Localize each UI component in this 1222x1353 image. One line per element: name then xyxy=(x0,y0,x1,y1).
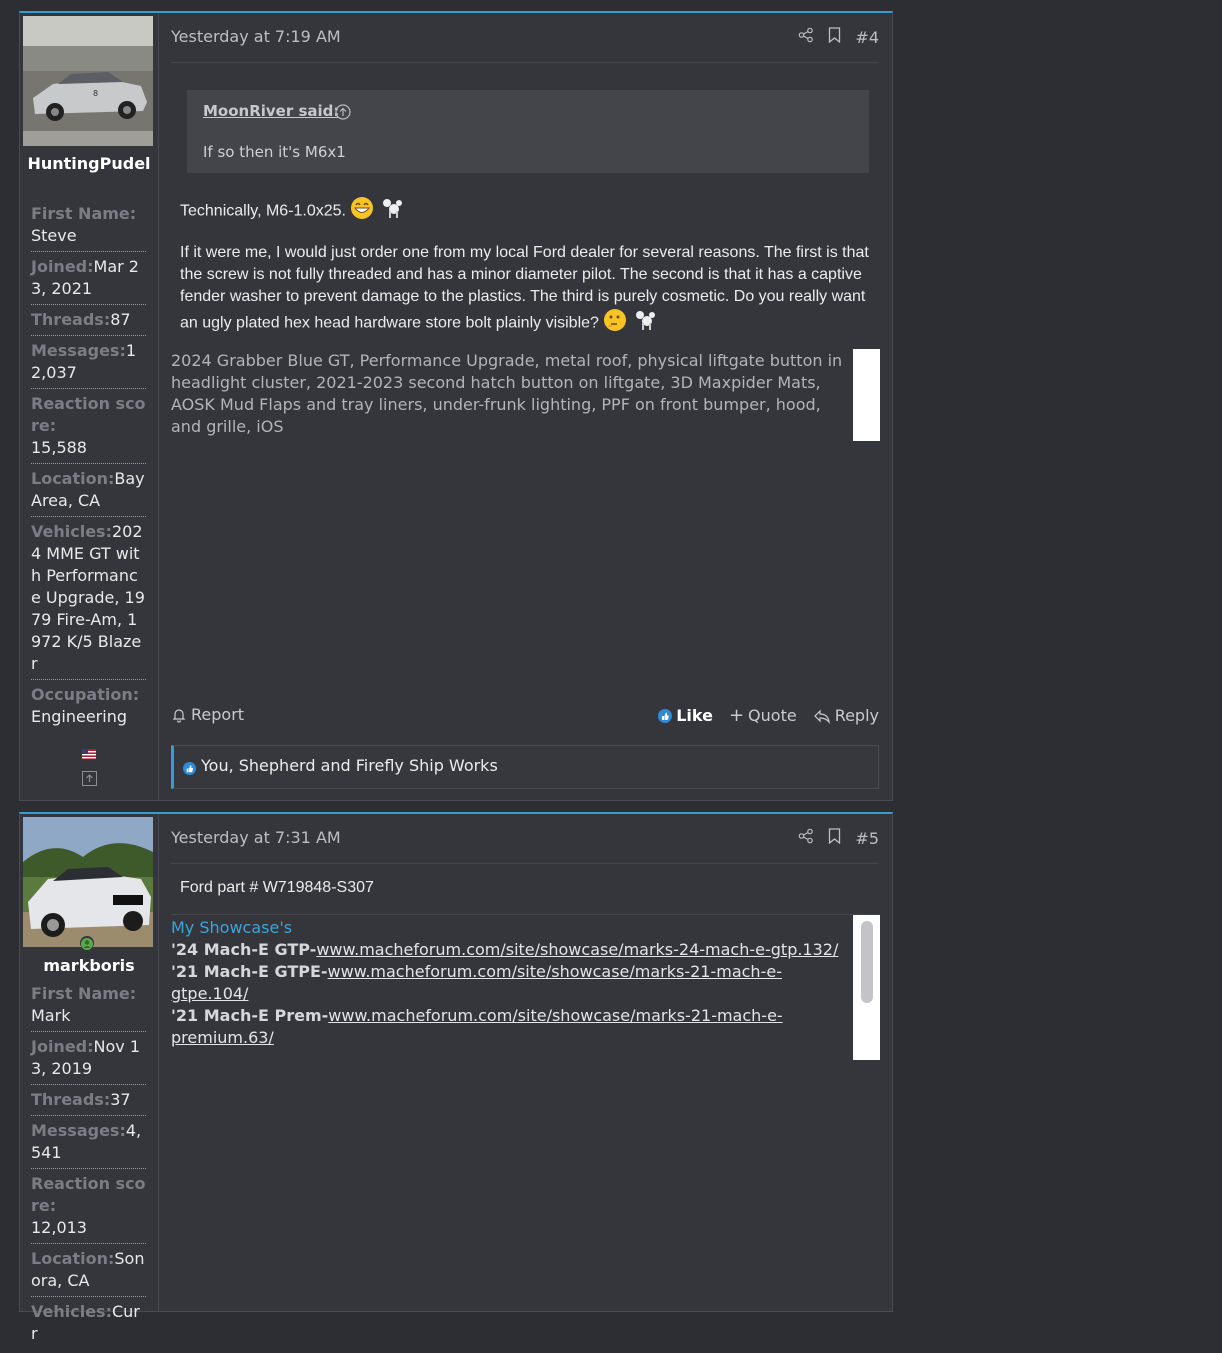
like-button[interactable]: Like xyxy=(658,706,713,725)
stat-location: Location:Bay Area, CA xyxy=(31,468,146,517)
scrollbar-thumb[interactable] xyxy=(861,921,873,1003)
stat-first-name: First Name:Mark xyxy=(31,983,146,1032)
stat-messages: Messages:4,541 xyxy=(31,1120,146,1169)
reply-icon xyxy=(813,709,830,724)
reply-button[interactable]: Reply xyxy=(813,706,879,725)
stat-joined: Joined:Nov 13, 2019 xyxy=(31,1036,146,1085)
like-icon xyxy=(183,760,196,779)
post-date[interactable]: Yesterday at 7:31 AM xyxy=(171,828,341,847)
signature: 2024 Grabber Blue GT, Performance Upgrad… xyxy=(171,349,880,441)
user-stats: First Name:Mark Joined:Nov 13, 2019 Thre… xyxy=(31,983,146,1353)
post-date[interactable]: Yesterday at 7:19 AM xyxy=(171,27,341,46)
stat-occupation: Occupation: Engineering xyxy=(31,685,140,726)
showcase-line: '21 Mach-E Prem-www.macheforum.com/site/… xyxy=(171,1006,783,1047)
stat-threads: Threads:87 xyxy=(31,309,146,336)
username[interactable]: HuntingPudel xyxy=(24,153,154,174)
message-body: If it were me, I would just order one fr… xyxy=(180,242,885,339)
message-line: Technically, M6-1.0x25. xyxy=(180,196,880,227)
svg-text:8: 8 xyxy=(93,89,98,98)
bell-icon xyxy=(172,708,186,723)
reactions-list[interactable]: You, Shepherd and Firefly Ship Works xyxy=(201,756,498,775)
showcase-line: '24 Mach-E GTP-www.macheforum.com/site/s… xyxy=(171,940,839,959)
user-info-panel: 8 HuntingPudel First Name:Steve Joined:M… xyxy=(20,13,159,800)
signature: My Showcase's '24 Mach-E GTP-www.machefo… xyxy=(171,914,880,1060)
stat-first-name: First Name:Steve xyxy=(31,203,146,252)
signature-scrollbar[interactable] xyxy=(853,349,880,441)
post-number[interactable]: #4 xyxy=(855,28,879,47)
user-info-panel: markboris First Name:Mark Joined:Nov 13,… xyxy=(20,814,159,1343)
share-icon[interactable] xyxy=(798,27,814,47)
quote-author[interactable]: MoonRiver said: xyxy=(203,102,339,120)
quote-button[interactable]: + Quote xyxy=(729,705,797,726)
post-4: 8 HuntingPudel First Name:Steve Joined:M… xyxy=(19,11,893,801)
user-stats: First Name:Steve Joined:Mar 23, 2021 Thr… xyxy=(31,203,146,736)
poodle-emoji-icon xyxy=(379,196,403,227)
stat-reaction-score: Reaction score: 12,013 xyxy=(31,1173,146,1244)
go-to-quote-icon[interactable] xyxy=(335,104,351,124)
poodle-emoji-icon xyxy=(632,308,656,339)
post-content: Yesterday at 7:31 AM #5 Ford part # W719… xyxy=(158,814,892,1311)
message-body: Ford part # W719848-S307 xyxy=(180,879,374,896)
showcase-line: '21 Mach-E GTPE-www.macheforum.com/site/… xyxy=(171,962,782,1003)
reactions-bar[interactable]: You, Shepherd and Firefly Ship Works xyxy=(171,745,879,789)
post-content: Yesterday at 7:19 AM #4 MoonRiver said: … xyxy=(158,13,892,800)
stat-joined: Joined:Mar 23, 2021 xyxy=(31,256,146,305)
signature-text: 2024 Grabber Blue GT, Performance Upgrad… xyxy=(171,351,843,436)
quote-text: If so then it's M6x1 xyxy=(203,143,346,161)
report-button[interactable]: Report xyxy=(171,705,244,724)
post-header: Yesterday at 7:19 AM #4 xyxy=(171,13,879,63)
quote-block: MoonRiver said: If so then it's M6x1 xyxy=(187,90,869,173)
stat-vehicles: Vehicles:2024 MME GT with Performance Up… xyxy=(31,521,146,680)
bookmark-icon[interactable] xyxy=(828,828,841,848)
username[interactable]: markboris xyxy=(24,955,154,976)
signature-scrollbar[interactable] xyxy=(853,915,880,1060)
showcase-title[interactable]: My Showcase's xyxy=(171,917,851,939)
bookmark-icon[interactable] xyxy=(828,27,841,47)
share-icon[interactable] xyxy=(798,828,814,848)
stat-threads: Threads:37 xyxy=(31,1089,146,1116)
grin-emoji-icon xyxy=(350,196,374,227)
post-actions: Report Like + Quote Reply xyxy=(171,705,879,729)
scroll-top-icon[interactable] xyxy=(82,771,97,790)
stat-location: Location:Sonora, CA xyxy=(31,1248,146,1297)
stat-messages: Messages:12,037 xyxy=(31,340,146,389)
online-status-icon xyxy=(80,936,94,950)
stat-vehicles: Vehicles:Curr xyxy=(31,1302,140,1343)
post-5: markboris First Name:Mark Joined:Nov 13,… xyxy=(19,812,893,1343)
avatar[interactable]: 8 xyxy=(23,16,153,146)
avatar[interactable] xyxy=(23,817,153,947)
post-number[interactable]: #5 xyxy=(855,829,879,848)
us-flag-icon xyxy=(82,744,96,763)
post-header: Yesterday at 7:31 AM #5 xyxy=(171,814,879,864)
like-icon xyxy=(658,708,673,723)
stat-reaction-score: Reaction score: 15,588 xyxy=(31,393,146,464)
plus-icon: + xyxy=(728,705,745,726)
thinking-emoji-icon xyxy=(603,308,627,339)
showcase-link[interactable]: www.macheforum.com/site/showcase/marks-2… xyxy=(316,940,838,959)
